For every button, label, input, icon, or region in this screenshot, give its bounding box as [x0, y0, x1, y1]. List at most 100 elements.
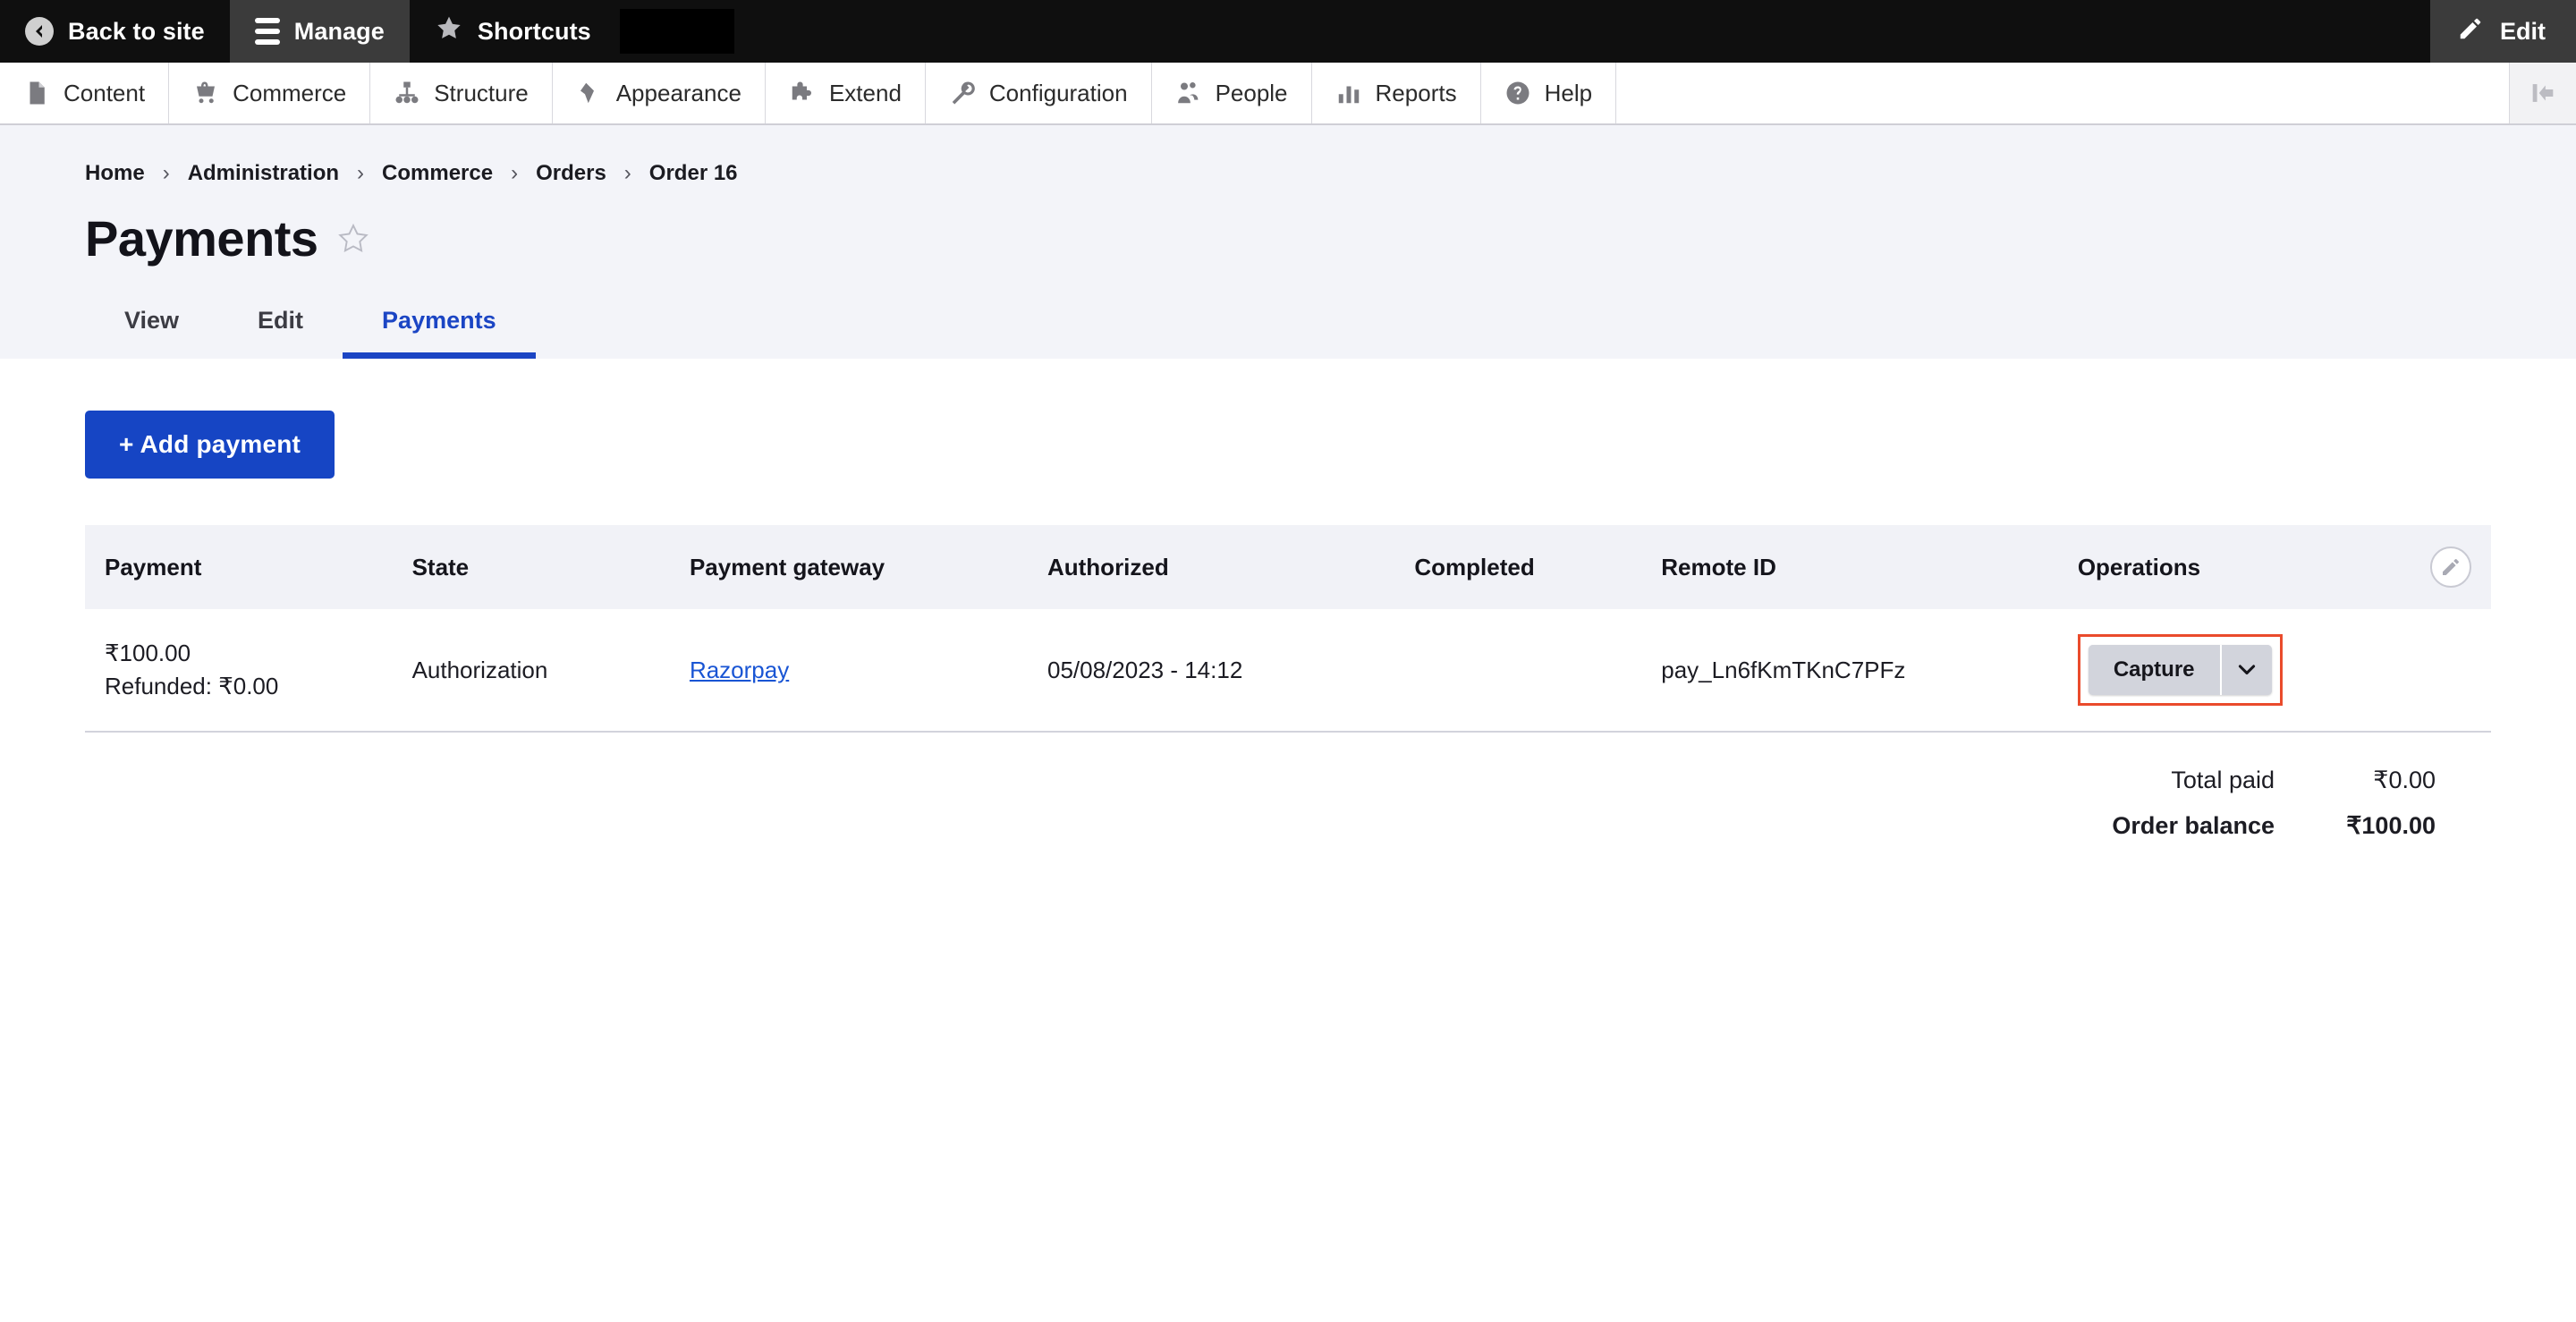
- paintbrush-icon: [580, 82, 594, 104]
- back-to-site-button[interactable]: Back to site: [0, 0, 230, 63]
- puzzle-piece-icon: [792, 81, 811, 100]
- operations-dropdown-toggle[interactable]: [2219, 645, 2272, 695]
- manage-tab[interactable]: Manage: [229, 0, 410, 63]
- cell-authorized: 05/08/2023 - 14:12: [1046, 609, 1415, 733]
- menu-label-appearance: Appearance: [615, 79, 741, 106]
- menu-item-people[interactable]: People: [1152, 63, 1312, 123]
- order-balance-value: ₹100.00: [2346, 812, 2436, 839]
- pencil-icon: [2457, 15, 2484, 48]
- cell-completed: [1414, 609, 1662, 733]
- total-paid-label: Total paid: [2171, 767, 2275, 793]
- menu-label-configuration: Configuration: [988, 79, 1128, 106]
- column-header-authorized: Authorized: [1046, 553, 1169, 580]
- question-mark-icon: [1506, 81, 1530, 105]
- total-paid-row: Total paid ₹0.00: [2171, 767, 2436, 794]
- table-header-row: Payment State Payment gateway Authorized…: [85, 525, 2491, 609]
- payment-gateway-link[interactable]: Razorpay: [690, 657, 789, 683]
- menu-item-reports[interactable]: Reports: [1312, 63, 1481, 123]
- collapse-sidebar-icon: [2532, 84, 2554, 102]
- contextual-edit-cell: [2386, 525, 2491, 609]
- page-tabs: View Edit Payments: [85, 307, 2491, 359]
- breadcrumb-item-commerce[interactable]: Commerce: [382, 161, 493, 186]
- toolbar-blank-region: [619, 9, 734, 54]
- shortcuts-tab[interactable]: Shortcuts: [410, 0, 616, 63]
- breadcrumb-separator: ›: [357, 161, 365, 185]
- cell-operations: Capture: [2077, 609, 2491, 733]
- breadcrumb-item-home[interactable]: Home: [85, 161, 145, 186]
- breadcrumb-item-administration[interactable]: Administration: [188, 161, 339, 186]
- main-content: + Add payment Payment State Payment gate…: [0, 359, 2576, 840]
- admin-toolbar: Back to site Manage Shortcuts Edit: [0, 0, 2576, 63]
- add-payment-button[interactable]: + Add payment: [85, 411, 335, 479]
- pencil-icon: [2443, 559, 2459, 575]
- menu-item-content[interactable]: Content: [0, 63, 170, 123]
- breadcrumb-separator: ›: [162, 161, 170, 185]
- cell-payment-gateway: Razorpay: [689, 609, 1047, 733]
- hamburger-menu-icon: [254, 18, 280, 45]
- menu-item-extend[interactable]: Extend: [766, 63, 926, 123]
- order-totals: Total paid ₹0.00 Order balance ₹100.00: [85, 767, 2491, 840]
- breadcrumb: Home › Administration › Commerce › Order…: [85, 161, 2491, 186]
- back-to-site-label: Back to site: [68, 17, 205, 45]
- breadcrumb-separator: ›: [511, 161, 519, 185]
- cell-payment-amount: ₹100.00 Refunded: ₹0.00: [85, 609, 412, 733]
- menu-label-help: Help: [1544, 79, 1593, 106]
- shopping-cart-icon: [197, 81, 216, 104]
- hierarchy-icon: [395, 81, 419, 104]
- document-icon: [30, 81, 45, 105]
- edit-mode-button[interactable]: Edit: [2430, 0, 2576, 63]
- column-header-remote-id: Remote ID: [1661, 553, 1776, 580]
- column-header-completed: Completed: [1414, 553, 1535, 580]
- menu-label-reports: Reports: [1375, 79, 1457, 106]
- payments-table: Payment State Payment gateway Authorized…: [85, 525, 2491, 733]
- chevron-down-icon: [2238, 665, 2255, 675]
- column-header-payment-gateway: Payment gateway: [689, 553, 886, 580]
- breadcrumb-item-orders[interactable]: Orders: [536, 161, 606, 186]
- column-header-payment: Payment: [105, 553, 202, 580]
- column-header-operations: Operations: [2077, 553, 2201, 580]
- collapse-sidebar-button[interactable]: [2510, 63, 2576, 123]
- menu-label-structure: Structure: [434, 79, 529, 106]
- contextual-edit-button[interactable]: [2430, 547, 2471, 588]
- menu-item-commerce[interactable]: Commerce: [169, 63, 371, 123]
- breadcrumb-separator: ›: [623, 161, 631, 185]
- menu-label-people: People: [1215, 79, 1288, 106]
- manage-label: Manage: [293, 17, 385, 45]
- tab-view[interactable]: View: [85, 307, 218, 359]
- table-row: ₹100.00 Refunded: ₹0.00 Authorization Ra…: [85, 609, 2491, 733]
- wrench-icon: [952, 81, 975, 105]
- order-balance-label: Order balance: [2112, 812, 2275, 839]
- cell-remote-id: pay_Ln6fKmTKnC7PFz: [1661, 609, 2078, 733]
- star-outline-icon[interactable]: [336, 222, 370, 256]
- people-icon: [1177, 82, 1198, 104]
- tab-payments[interactable]: Payments: [343, 307, 536, 359]
- tab-edit[interactable]: Edit: [218, 307, 343, 359]
- back-arrow-icon: [25, 17, 54, 46]
- page-title: Payments: [85, 210, 318, 267]
- capture-button[interactable]: Capture: [2088, 645, 2220, 695]
- column-header-state: State: [411, 553, 470, 580]
- menu-item-configuration[interactable]: Configuration: [926, 63, 1152, 123]
- menu-empty-space: [1616, 63, 2510, 123]
- shortcuts-label: Shortcuts: [477, 17, 591, 45]
- breadcrumb-item-order-16[interactable]: Order 16: [649, 161, 738, 186]
- menu-label-content: Content: [64, 79, 146, 106]
- admin-menu-bar: Content Commerce Structure Appearance Ex…: [0, 63, 2576, 125]
- menu-item-structure[interactable]: Structure: [370, 63, 553, 123]
- page-header: Home › Administration › Commerce › Order…: [0, 125, 2576, 359]
- menu-item-help[interactable]: Help: [1481, 63, 1617, 123]
- total-paid-value: ₹0.00: [2373, 767, 2436, 793]
- menu-label-commerce: Commerce: [233, 79, 347, 106]
- edit-label: Edit: [2500, 17, 2546, 45]
- menu-label-extend: Extend: [828, 79, 902, 106]
- operations-dropbutton: Capture: [2088, 645, 2272, 695]
- operations-highlight-box: Capture: [2077, 634, 2283, 706]
- menu-item-appearance[interactable]: Appearance: [553, 63, 766, 123]
- payment-refunded: Refunded: ₹0.00: [105, 673, 279, 699]
- bar-chart-icon: [1338, 86, 1359, 104]
- order-balance-row: Order balance ₹100.00: [2112, 812, 2436, 840]
- cell-state: Authorization: [411, 609, 690, 733]
- payment-amount: ₹100.00: [105, 640, 191, 667]
- star-filled-icon: [435, 14, 463, 49]
